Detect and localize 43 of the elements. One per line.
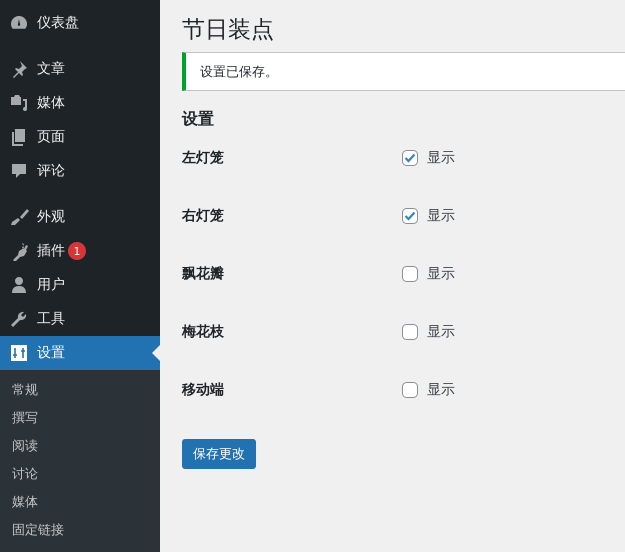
section-title: 设置 bbox=[182, 109, 215, 129]
checkbox[interactable] bbox=[402, 324, 418, 340]
page-title: 节日装点 bbox=[182, 16, 275, 45]
menu-item[interactable]: 设置 bbox=[0, 336, 160, 370]
option-label: 右灯笼 bbox=[182, 207, 225, 225]
save-button[interactable]: 保存更改 bbox=[182, 439, 256, 469]
menu-item[interactable]: 媒体 bbox=[0, 86, 160, 120]
checkbox-label: 显示 bbox=[427, 265, 455, 283]
checkbox[interactable] bbox=[402, 150, 418, 166]
option-label: 梅花枝 bbox=[182, 323, 225, 341]
menu-item[interactable]: 插件 1 bbox=[0, 234, 160, 268]
checkbox[interactable] bbox=[402, 382, 418, 398]
checkbox-label: 显示 bbox=[427, 381, 455, 399]
checkbox[interactable] bbox=[402, 266, 418, 282]
checkbox-label: 显示 bbox=[427, 323, 455, 341]
notice-text: 设置已保存。 bbox=[200, 64, 278, 80]
menu-item[interactable]: 评论 bbox=[0, 154, 160, 188]
menu-item[interactable]: 用户 bbox=[0, 268, 160, 302]
camera-icon bbox=[9, 93, 29, 113]
checkbox-label: 显示 bbox=[427, 207, 455, 225]
sliders-icon bbox=[9, 343, 29, 363]
menu-item[interactable]: 仪表盘 bbox=[0, 6, 160, 40]
option-label: 飘花瓣 bbox=[182, 265, 225, 283]
menu-item[interactable]: 工具 bbox=[0, 302, 160, 336]
submenu-item[interactable]: 撰写 bbox=[0, 405, 160, 433]
submenu-item[interactable]: 媒体 bbox=[0, 489, 160, 517]
option-label: 移动端 bbox=[182, 381, 225, 399]
option-label: 左灯笼 bbox=[182, 149, 225, 167]
menu-item[interactable]: 外观 bbox=[0, 200, 160, 234]
menu-pointer bbox=[152, 345, 160, 361]
wrench-icon bbox=[9, 309, 29, 329]
checkbox[interactable] bbox=[402, 208, 418, 224]
submenu-item[interactable]: 固定链接 bbox=[0, 517, 160, 545]
menu-item[interactable]: 页面 bbox=[0, 120, 160, 154]
user-icon bbox=[9, 275, 29, 295]
brush-icon bbox=[9, 207, 29, 227]
menu-item[interactable]: 文章 bbox=[0, 52, 160, 86]
submenu-item[interactable]: 常规 bbox=[0, 377, 160, 405]
checkbox-label: 显示 bbox=[427, 149, 455, 167]
speech-bubble-icon bbox=[9, 161, 29, 181]
submenu-item[interactable]: 讨论 bbox=[0, 461, 160, 489]
submenu-item[interactable]: 阅读 bbox=[0, 433, 160, 461]
count-badge: 1 bbox=[68, 242, 86, 260]
